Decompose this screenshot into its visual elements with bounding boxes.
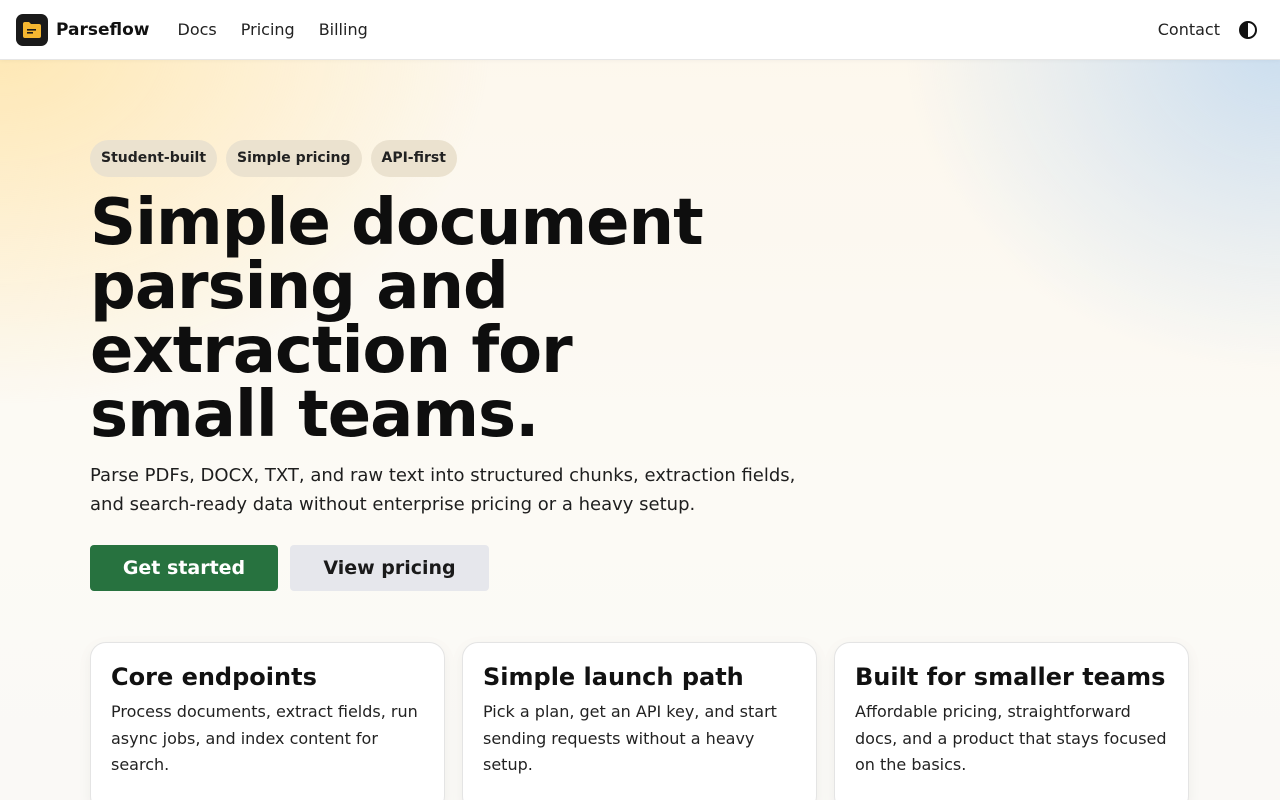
top-nav: Parseflow Docs Pricing Billing Contact	[0, 0, 1280, 60]
nav-link-pricing[interactable]: Pricing	[241, 20, 295, 39]
brand[interactable]: Parseflow	[16, 13, 150, 46]
feature-cards: Core endpoints Process documents, extrac…	[90, 642, 1206, 800]
card-body: Process documents, extract fields, run a…	[111, 702, 418, 774]
hero-headline: Simple document parsing and extraction f…	[90, 186, 704, 452]
nav-right: Contact	[1158, 20, 1258, 40]
cta-row: Get started View pricing	[90, 545, 850, 591]
card-title: Core endpoints	[111, 663, 317, 691]
hero-subtext: Parse PDFs, DOCX, TXT, and raw text into…	[90, 465, 796, 515]
badge-simple-pricing: Simple pricing	[226, 140, 362, 177]
nav-link-billing[interactable]: Billing	[319, 20, 368, 39]
nav-link-contact[interactable]: Contact	[1158, 20, 1220, 39]
folder-icon	[16, 13, 48, 46]
view-pricing-button[interactable]: View pricing	[290, 545, 489, 591]
nav-link-docs[interactable]: Docs	[178, 20, 217, 39]
brand-name: Parseflow	[56, 19, 150, 40]
contrast-icon[interactable]	[1238, 20, 1258, 40]
feature-card-smaller-teams: Built for smaller teams Affordable prici…	[834, 642, 1189, 800]
get-started-button[interactable]: Get started	[90, 545, 278, 591]
card-body: Pick a plan, get an API key, and start s…	[483, 702, 777, 774]
card-body: Affordable pricing, straightforward docs…	[855, 702, 1167, 774]
hero: Student-built Simple pricing API-first S…	[90, 140, 850, 591]
nav-links: Docs Pricing Billing	[178, 20, 392, 39]
feature-card-launch-path: Simple launch path Pick a plan, get an A…	[462, 642, 817, 800]
badge-api-first: API-first	[370, 140, 457, 177]
badge-student-built: Student-built	[90, 140, 218, 177]
feature-card-core-endpoints: Core endpoints Process documents, extrac…	[90, 642, 445, 800]
card-title: Built for smaller teams	[855, 663, 1166, 691]
badge-row: Student-built Simple pricing API-first	[90, 140, 850, 177]
card-title: Simple launch path	[483, 663, 744, 691]
